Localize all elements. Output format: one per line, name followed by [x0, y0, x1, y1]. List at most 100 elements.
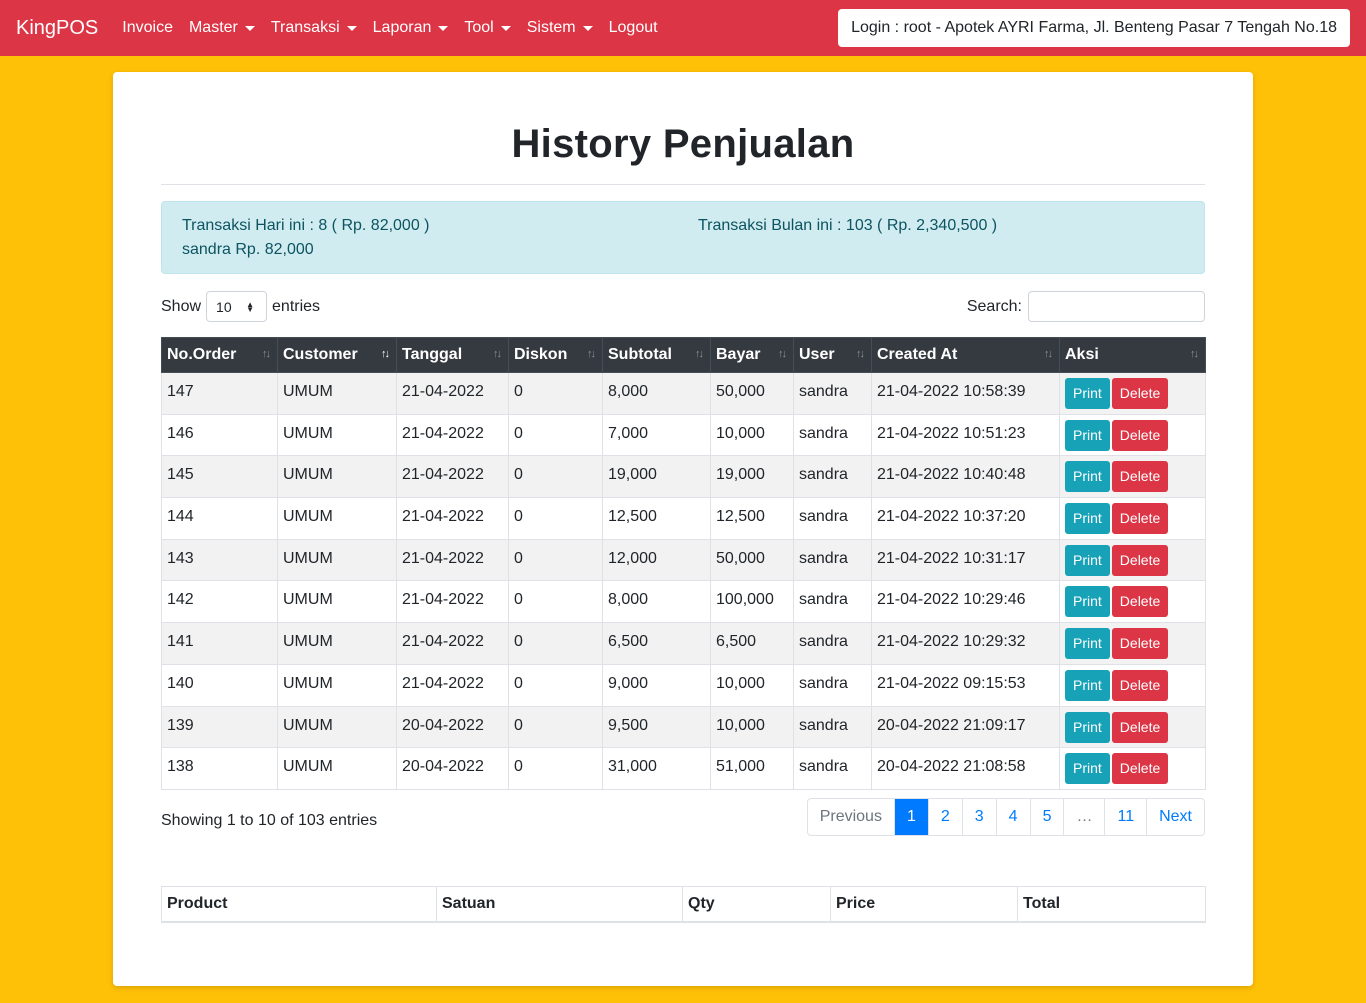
delete-button[interactable]: Delete [1111, 628, 1169, 660]
table-cell: sandra [793, 372, 872, 415]
column-header-customer[interactable]: Customer ↑↓ [277, 337, 397, 373]
table-cell: 147 [161, 372, 278, 415]
summary-today: Transaksi Hari ini : 8 ( Rp. 82,000 ) [182, 217, 430, 234]
page-link-next[interactable]: Next [1146, 799, 1204, 835]
table-row[interactable]: 141 UMUM 21-04-2022 0 6,500 6,500 sandra 21-04-… [161, 622, 1206, 665]
print-button[interactable]: Print [1065, 544, 1110, 576]
delete-button[interactable]: Delete [1111, 461, 1169, 493]
nav-item-master[interactable]: Master [189, 19, 255, 37]
column-header-aksi[interactable]: Aksi ↑↓ [1059, 337, 1206, 373]
page-link-4[interactable]: 4 [995, 799, 1030, 835]
nav-item-tool[interactable]: Tool [464, 19, 511, 37]
delete-button[interactable]: Delete [1111, 753, 1169, 785]
table-cell: 21-04-2022 [396, 622, 509, 665]
column-header-subtotal[interactable]: Subtotal ↑↓ [602, 337, 711, 373]
detail-header-total: Total [1017, 886, 1206, 923]
table-cell: UMUM [277, 663, 397, 707]
table-cell: sandra [793, 663, 872, 707]
table-cell: 20-04-2022 21:08:58 [871, 747, 1060, 790]
search-input[interactable] [1028, 291, 1205, 322]
table-cell: 21-04-2022 10:29:46 [871, 580, 1060, 624]
column-header-tanggal[interactable]: Tanggal ↑↓ [396, 337, 509, 373]
nav-menu: Invoice Master Transaksi Laporan Tool Sistem L… [122, 19, 673, 37]
print-button[interactable]: Print [1065, 711, 1110, 743]
sort-icon: ↑↓ [381, 348, 390, 360]
print-button[interactable]: Print [1065, 669, 1110, 701]
table-cell: 0 [508, 372, 603, 415]
table-cell: 0 [508, 497, 603, 540]
table-row[interactable]: 140 UMUM 21-04-2022 0 9,000 10,000 sandra 21-04… [161, 663, 1206, 707]
print-button[interactable]: Print [1065, 503, 1110, 535]
table-row[interactable]: 138 UMUM 20-04-2022 0 31,000 51,000 sandra 20-0… [161, 747, 1206, 790]
print-button[interactable]: Print [1065, 586, 1110, 618]
table-cell: 0 [508, 622, 603, 665]
column-header-created-at[interactable]: Created At ↑↓ [871, 337, 1060, 373]
table-row[interactable]: 142 UMUM 21-04-2022 0 8,000 100,000 sandra 21-0… [161, 580, 1206, 624]
table-row[interactable]: 139 UMUM 20-04-2022 0 9,500 10,000 sandra 20-04… [161, 705, 1206, 749]
summary-month: Transaksi Bulan ini : 103 ( Rp. 2,340,50… [698, 217, 998, 234]
table-row[interactable]: 144 UMUM 21-04-2022 0 12,500 12,500 sandra 21-0… [161, 497, 1206, 540]
nav-item-invoice[interactable]: Invoice [122, 19, 173, 37]
table-cell: 0 [508, 413, 603, 457]
column-header-bayar[interactable]: Bayar ↑↓ [710, 337, 794, 373]
table-cell: 31,000 [602, 747, 711, 790]
column-header-label: Aksi [1065, 346, 1099, 363]
table-cell: 21-04-2022 [396, 497, 509, 540]
detail-header-satuan: Satuan [436, 886, 683, 923]
table-cell: sandra [793, 497, 872, 540]
order-detail-table: Product Satuan Qty Price Total [161, 886, 1206, 923]
nav-item-transaksi[interactable]: Transaksi [271, 19, 357, 37]
entries-select[interactable]: 10 ▲ ▼ [206, 291, 268, 322]
table-row[interactable]: 146 UMUM 21-04-2022 0 7,000 10,000 sandra 21-04… [161, 413, 1206, 457]
caret-down-icon [500, 25, 511, 31]
print-button[interactable]: Print [1065, 461, 1110, 493]
sort-icon: ↑↓ [695, 348, 704, 360]
delete-button[interactable]: Delete [1111, 669, 1169, 701]
delete-button[interactable]: Delete [1111, 419, 1169, 451]
detail-header-row: Product Satuan Qty Price Total [161, 886, 1206, 923]
table-cell: sandra [793, 622, 872, 665]
page-link-3[interactable]: 3 [961, 799, 996, 835]
action-cell: Print Delete [1059, 497, 1206, 540]
page-link-1[interactable]: 1 [893, 799, 928, 835]
column-header-no-order[interactable]: No.Order ↑↓ [161, 337, 278, 373]
table-row[interactable]: 143 UMUM 21-04-2022 0 12,000 50,000 sandra 21-0… [161, 538, 1206, 582]
delete-button[interactable]: Delete [1111, 711, 1169, 743]
delete-button[interactable]: Delete [1111, 586, 1169, 618]
column-header-user[interactable]: User ↑↓ [793, 337, 872, 373]
table-cell: 50,000 [710, 372, 794, 415]
page-link-previous[interactable]: Previous [808, 799, 894, 835]
action-cell: Print Delete [1059, 372, 1206, 415]
table-row[interactable]: 145 UMUM 21-04-2022 0 19,000 19,000 sandra 21-0… [161, 455, 1206, 499]
column-header-label: No.Order [167, 346, 237, 363]
print-button[interactable]: Print [1065, 378, 1110, 409]
table-cell: 145 [161, 455, 278, 499]
table-cell: 143 [161, 538, 278, 582]
action-cell: Print Delete [1059, 413, 1206, 457]
show-label: Show [161, 297, 202, 315]
select-arrows-icon: ▲ ▼ [246, 300, 255, 314]
print-button[interactable]: Print [1065, 628, 1110, 660]
column-header-label: Subtotal [608, 346, 672, 363]
caret-down-icon [346, 25, 357, 31]
sort-icon: ↑↓ [1044, 348, 1053, 360]
nav-item-laporan[interactable]: Laporan [373, 19, 449, 37]
nav-item-sistem[interactable]: Sistem [527, 19, 593, 37]
table-cell: 21-04-2022 10:29:32 [871, 622, 1060, 665]
delete-button[interactable]: Delete [1111, 378, 1169, 409]
nav-item-logout[interactable]: Logout [609, 19, 658, 37]
table-row[interactable]: 147 UMUM 21-04-2022 0 8,000 50,000 sandra 21-04… [161, 372, 1206, 415]
page-link-5[interactable]: 5 [1029, 799, 1064, 835]
page-link-2[interactable]: 2 [927, 799, 962, 835]
delete-button[interactable]: Delete [1111, 503, 1169, 535]
print-button[interactable]: Print [1065, 419, 1110, 451]
table-cell: 21-04-2022 10:58:39 [871, 372, 1060, 415]
page-link-11[interactable]: 11 [1104, 799, 1146, 835]
print-button[interactable]: Print [1065, 753, 1110, 785]
brand-logo[interactable]: KingPOS [16, 0, 98, 56]
detail-header-qty: Qty [682, 886, 831, 923]
column-header-diskon[interactable]: Diskon ↑↓ [508, 337, 603, 373]
delete-button[interactable]: Delete [1111, 544, 1169, 576]
table-cell: 21-04-2022 [396, 663, 509, 707]
table-cell: sandra [793, 413, 872, 457]
